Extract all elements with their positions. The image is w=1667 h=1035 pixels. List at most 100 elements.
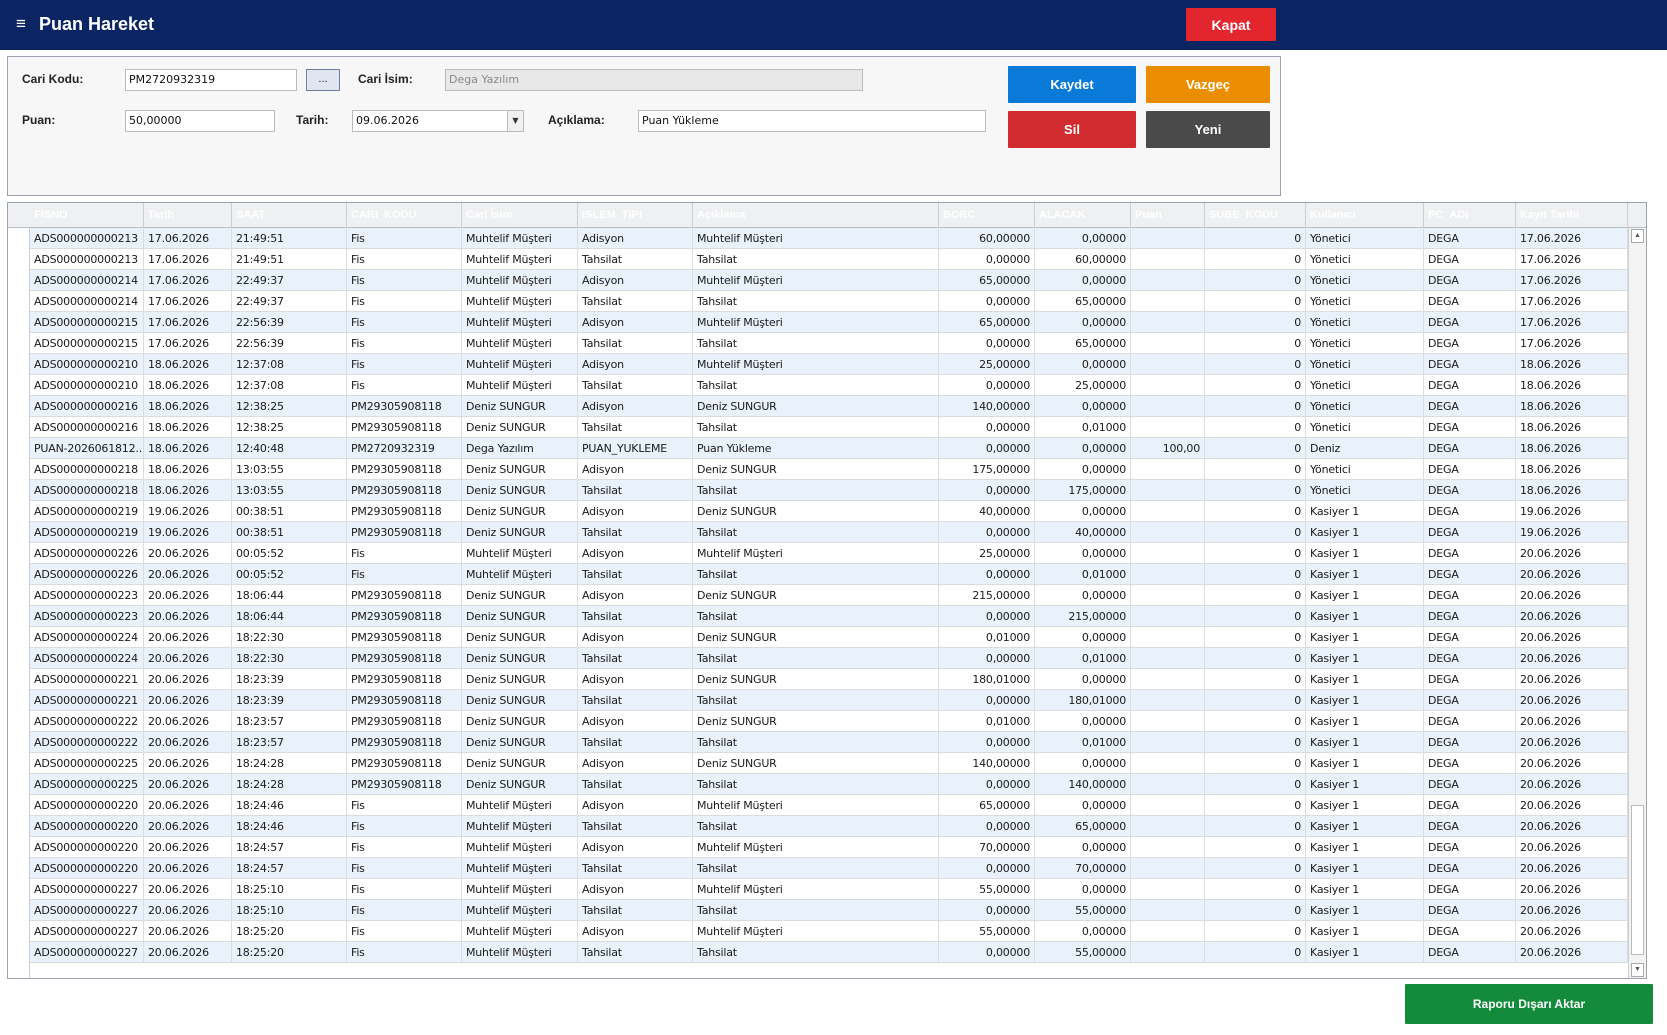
cari-lookup-button[interactable]: ... xyxy=(306,69,340,91)
table-cell: Tahsilat xyxy=(578,333,693,354)
table-row[interactable]: ADS000000000226 20.06.2026 00:05:52 Fis Muht… xyxy=(30,543,1628,564)
table-cell: 0,00000 xyxy=(1035,312,1131,333)
table-row[interactable]: ADS000000000213 17.06.2026 21:49:51 Fis Muht… xyxy=(30,249,1628,270)
table-cell: Tahsilat xyxy=(578,774,693,795)
table-cell: 0,01000 xyxy=(1035,564,1131,585)
table-row[interactable]: ADS000000000215 17.06.2026 22:56:39 Fis Muht… xyxy=(30,312,1628,333)
table-cell: 0 xyxy=(1205,585,1306,606)
column-header[interactable]: BORC xyxy=(939,203,1035,228)
table-cell: Tahsilat xyxy=(693,816,939,837)
table-cell: Adisyon xyxy=(578,543,693,564)
scroll-up-icon[interactable]: ▲ xyxy=(1631,229,1644,243)
table-row[interactable]: ADS000000000215 17.06.2026 22:56:39 Fis Muht… xyxy=(30,333,1628,354)
table-cell: DEGA xyxy=(1424,564,1516,585)
table-row[interactable]: ADS000000000220 20.06.2026 18:24:57 Fis Muht… xyxy=(30,837,1628,858)
table-row[interactable]: ADS000000000220 20.06.2026 18:24:46 Fis Muht… xyxy=(30,816,1628,837)
delete-button[interactable]: Sil xyxy=(1008,111,1136,148)
table-cell: Fis xyxy=(347,543,462,564)
table-row[interactable]: ADS000000000225 20.06.2026 18:24:28 PM29305… xyxy=(30,753,1628,774)
puan-input[interactable]: 50,00000 xyxy=(125,110,275,132)
table-row[interactable]: ADS000000000213 17.06.2026 21:49:51 Fis Muht… xyxy=(30,228,1628,249)
table-cell xyxy=(1131,333,1205,354)
table-row[interactable]: ADS000000000210 18.06.2026 12:37:08 Fis Muht… xyxy=(30,354,1628,375)
table-cell: 20.06.2026 xyxy=(144,879,232,900)
table-row[interactable]: ADS000000000218 18.06.2026 13:03:55 PM29305… xyxy=(30,459,1628,480)
tarih-date-picker[interactable]: 09.06.2026 ▼ xyxy=(352,110,524,132)
table-row[interactable]: ADS000000000222 20.06.2026 18:23:57 PM29305… xyxy=(30,732,1628,753)
table-row[interactable]: ADS000000000227 20.06.2026 18:25:20 Fis Muht… xyxy=(30,942,1628,963)
save-button[interactable]: Kaydet xyxy=(1008,66,1136,103)
table-row[interactable]: ADS000000000210 18.06.2026 12:37:08 Fis Muht… xyxy=(30,375,1628,396)
table-cell: Kasiyer 1 xyxy=(1306,522,1424,543)
table-cell: 18:22:30 xyxy=(232,648,347,669)
table-row[interactable]: ADS000000000227 20.06.2026 18:25:10 Fis Muht… xyxy=(30,900,1628,921)
table-row[interactable]: ADS000000000227 20.06.2026 18:25:20 Fis Muht… xyxy=(30,921,1628,942)
table-cell: ADS000000000227 xyxy=(30,921,144,942)
table-cell: 65,00000 xyxy=(939,795,1035,816)
table-row[interactable]: ADS000000000216 18.06.2026 12:38:25 PM29305… xyxy=(30,396,1628,417)
table-row[interactable]: ADS000000000219 19.06.2026 00:38:51 PM29305… xyxy=(30,522,1628,543)
column-header[interactable]: Kullanıcı xyxy=(1306,203,1424,228)
table-row[interactable]: ADS000000000219 19.06.2026 00:38:51 PM29305… xyxy=(30,501,1628,522)
table-cell: Deniz SUNGUR xyxy=(462,585,578,606)
column-header[interactable]: Puan xyxy=(1131,203,1205,228)
table-cell: PM29305908118 xyxy=(347,501,462,522)
table-cell: 0 xyxy=(1205,753,1306,774)
column-header[interactable]: SAAT xyxy=(232,203,347,228)
export-report-button[interactable]: Raporu Dışarı Aktar xyxy=(1405,984,1653,1024)
table-cell: Muhtelif Müşteri xyxy=(462,333,578,354)
table-row[interactable]: ADS000000000224 20.06.2026 18:22:30 PM29305… xyxy=(30,627,1628,648)
chevron-down-icon[interactable]: ▼ xyxy=(507,111,523,131)
table-row[interactable]: ADS000000000222 20.06.2026 18:23:57 PM29305… xyxy=(30,711,1628,732)
table-row[interactable]: ADS000000000224 20.06.2026 18:22:30 PM29305… xyxy=(30,648,1628,669)
cancel-button[interactable]: Vazgeç xyxy=(1146,66,1270,103)
table-cell: 18:23:57 xyxy=(232,732,347,753)
table-cell: Deniz SUNGUR xyxy=(693,585,939,606)
cari-kodu-input[interactable]: PM2720932319 xyxy=(125,69,297,91)
table-row[interactable]: ADS000000000214 17.06.2026 22:49:37 Fis Muht… xyxy=(30,270,1628,291)
table-cell: Deniz SUNGUR xyxy=(462,690,578,711)
column-header[interactable]: CARI_KODU xyxy=(347,203,462,228)
column-header[interactable]: Tarih xyxy=(144,203,232,228)
column-header[interactable]: FISNO xyxy=(30,203,144,228)
table-cell: Deniz SUNGUR xyxy=(462,606,578,627)
aciklama-input[interactable]: Puan Yükleme xyxy=(638,110,986,132)
table-row[interactable]: ADS000000000218 18.06.2026 13:03:55 PM29305… xyxy=(30,480,1628,501)
table-row[interactable]: ADS000000000221 20.06.2026 18:23:39 PM29305… xyxy=(30,690,1628,711)
table-cell: 20.06.2026 xyxy=(144,921,232,942)
new-button[interactable]: Yeni xyxy=(1146,111,1270,148)
table-row[interactable]: ADS000000000220 20.06.2026 18:24:57 Fis Muht… xyxy=(30,858,1628,879)
table-row[interactable]: ADS000000000225 20.06.2026 18:24:28 PM29305… xyxy=(30,774,1628,795)
table-cell: Fis xyxy=(347,900,462,921)
table-cell: Deniz SUNGUR xyxy=(462,480,578,501)
table-cell: Muhtelif Müşteri xyxy=(693,312,939,333)
column-header[interactable]: PC_ADI xyxy=(1424,203,1516,228)
column-header[interactable]: ALACAK xyxy=(1035,203,1131,228)
table-row[interactable]: ADS000000000227 20.06.2026 18:25:10 Fis Muht… xyxy=(30,879,1628,900)
table-row[interactable]: ADS000000000221 20.06.2026 18:23:39 PM29305… xyxy=(30,669,1628,690)
close-button[interactable]: Kapat xyxy=(1186,8,1276,41)
table-row[interactable]: ADS000000000214 17.06.2026 22:49:37 Fis Muht… xyxy=(30,291,1628,312)
vertical-scrollbar[interactable]: ▲ ▼ xyxy=(1628,228,1646,978)
table-cell: 18.06.2026 xyxy=(1516,438,1628,459)
column-header[interactable]: Kayıt Tarihi xyxy=(1516,203,1628,228)
table-row[interactable]: PUAN-2026061812... 18.06.2026 12:40:48 PM27… xyxy=(30,438,1628,459)
table-row[interactable]: ADS000000000226 20.06.2026 00:05:52 Fis Muht… xyxy=(30,564,1628,585)
table-row[interactable]: ADS000000000223 20.06.2026 18:06:44 PM29305… xyxy=(30,585,1628,606)
hamburger-menu-icon[interactable]: ≡ xyxy=(16,14,26,34)
column-header[interactable]: Açıklama xyxy=(693,203,939,228)
scroll-thumb[interactable] xyxy=(1631,805,1644,955)
column-header[interactable]: SUBE_KODU xyxy=(1205,203,1306,228)
table-cell: Adisyon xyxy=(578,501,693,522)
table-cell xyxy=(1131,711,1205,732)
scroll-down-icon[interactable]: ▼ xyxy=(1631,963,1644,977)
table-row[interactable]: ADS000000000216 18.06.2026 12:38:25 PM29305… xyxy=(30,417,1628,438)
column-header[interactable]: Cari İsim xyxy=(462,203,578,228)
table-row[interactable]: ADS000000000223 20.06.2026 18:06:44 PM29305… xyxy=(30,606,1628,627)
table-cell: 20.06.2026 xyxy=(144,648,232,669)
column-header[interactable]: ISLEM_TIPI xyxy=(578,203,693,228)
table-row[interactable]: ADS000000000220 20.06.2026 18:24:46 Fis Muht… xyxy=(30,795,1628,816)
row-indicator-column xyxy=(8,203,30,978)
table-cell: DEGA xyxy=(1424,711,1516,732)
table-cell: 65,00000 xyxy=(1035,816,1131,837)
